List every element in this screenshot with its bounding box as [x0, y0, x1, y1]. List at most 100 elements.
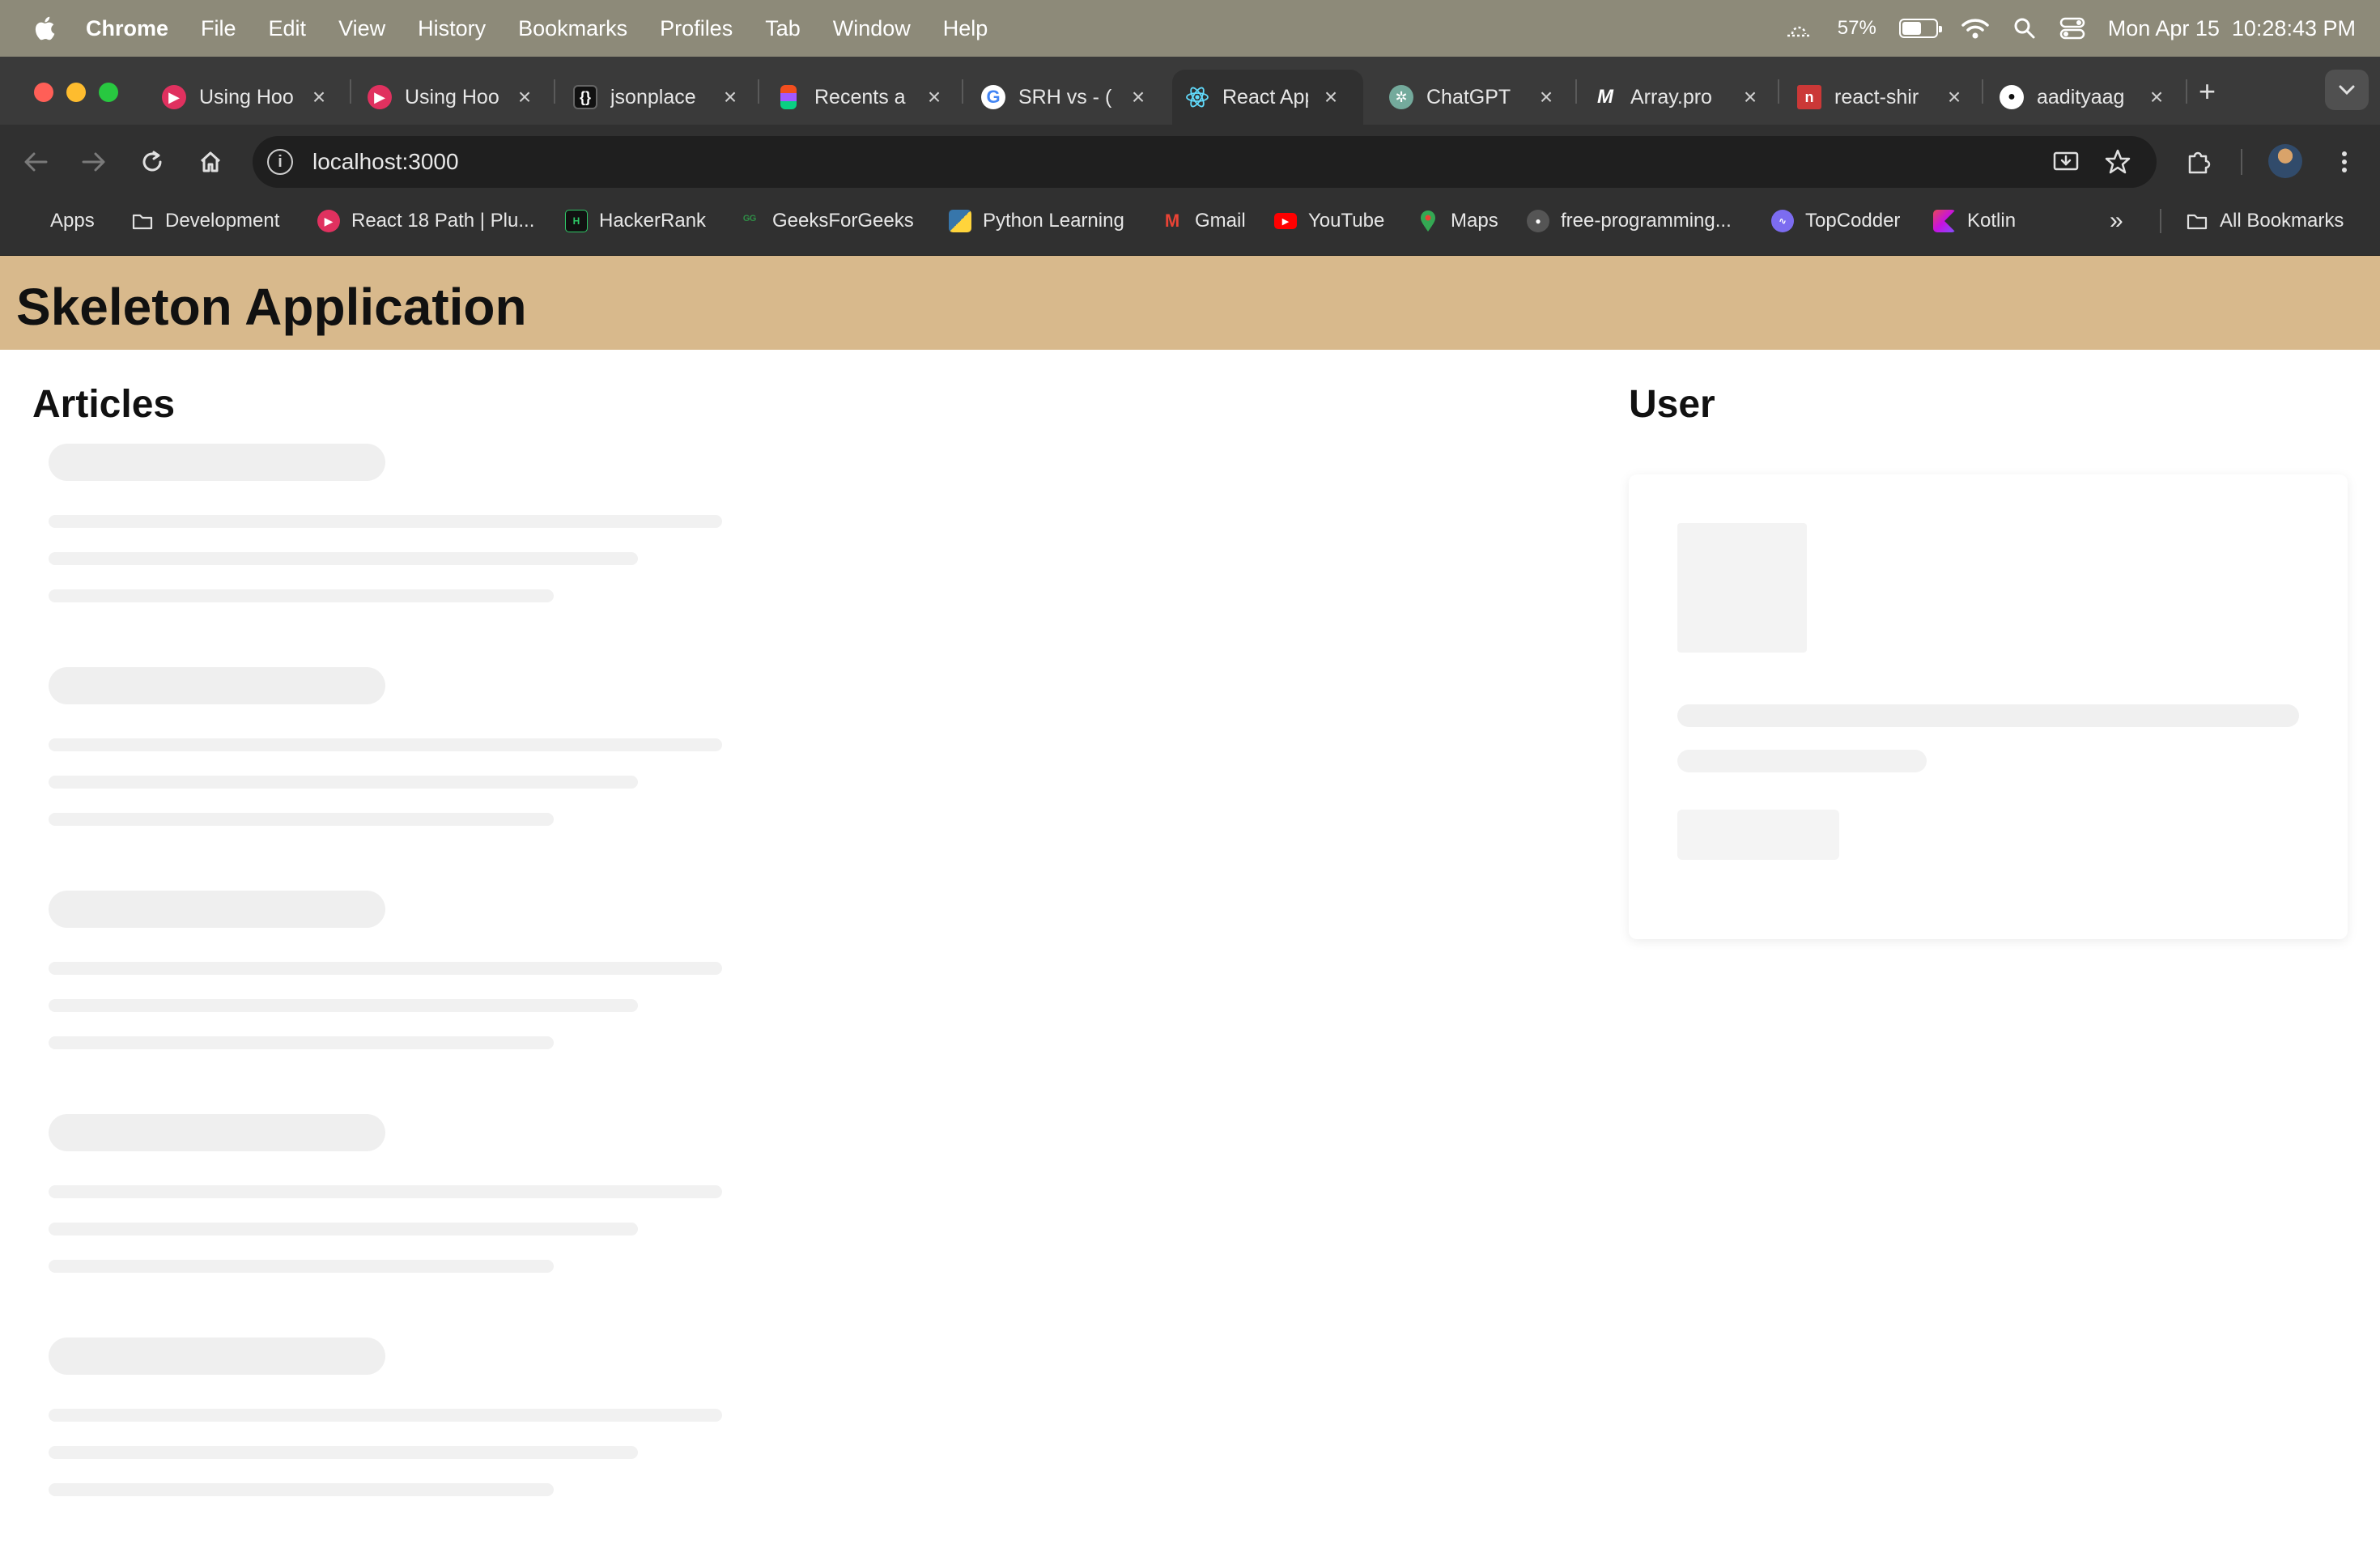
menu-app-chrome[interactable]: Chrome [86, 16, 168, 41]
skeleton-text-line [1677, 750, 1927, 772]
window-close-button[interactable] [34, 83, 53, 102]
browser-tab[interactable]: ▶ Using Hoo × [355, 70, 534, 125]
browser-tab[interactable]: Recents a × [764, 70, 944, 125]
folder-icon [132, 214, 153, 230]
bookmark-gmail[interactable]: M Gmail [1161, 199, 1246, 243]
skeleton-text-line [49, 515, 722, 528]
tab-title: react-shir [1834, 85, 1919, 108]
kotlin-icon [1933, 210, 1956, 232]
menu-file[interactable]: File [201, 16, 236, 41]
site-info-icon[interactable]: i [267, 149, 293, 175]
tab-close-icon[interactable]: × [720, 84, 740, 109]
browser-tab[interactable]: ▶ Using Hoo × [149, 70, 329, 125]
menu-bookmarks[interactable]: Bookmarks [518, 16, 627, 41]
install-app-button[interactable] [2050, 146, 2082, 178]
battery-icon[interactable] [1898, 19, 1942, 38]
browser-tab[interactable]: G SRH vs - ( × [968, 70, 1148, 125]
menubar-clock[interactable]: Mon Apr 15 10:28:43 PM [2108, 16, 2356, 41]
bookmarks-separator [2160, 209, 2161, 233]
bookmarks-overflow-button[interactable]: » [2110, 199, 2123, 243]
battery-percentage: 57% [1837, 17, 1876, 39]
bookmark-kotlin[interactable]: Kotlin [1933, 199, 2016, 243]
tab-close-icon[interactable]: × [1944, 84, 1964, 109]
skeleton-title [49, 444, 385, 481]
scrimba-icon: ▶ [317, 210, 340, 232]
tab-close-icon[interactable]: × [1740, 84, 1760, 109]
star-icon [2105, 149, 2131, 174]
skeleton-text-line [49, 589, 554, 602]
bookmark-react-18-path[interactable]: ▶ React 18 Path | Plu... [317, 199, 534, 243]
menu-profiles[interactable]: Profiles [660, 16, 733, 41]
tab-close-icon[interactable]: × [1128, 84, 1148, 109]
bookmark-geeksforgeeks[interactable]: ᴳᴳ GeeksForGeeks [738, 199, 914, 243]
bookmark-all-bookmarks[interactable]: All Bookmarks [2186, 199, 2344, 243]
extensions-button[interactable] [2182, 146, 2215, 178]
bookmark-free-programming[interactable]: ● free-programming... [1527, 199, 1732, 243]
github-icon: ● [1527, 210, 1549, 232]
tab-separator [554, 79, 555, 104]
chrome-menu-button[interactable] [2328, 146, 2361, 178]
spotlight-search-icon[interactable] [2012, 16, 2037, 40]
mdn-icon: M [1597, 86, 1613, 108]
skeleton-text-line [49, 1185, 722, 1198]
back-button[interactable] [19, 146, 52, 178]
bookmark-folder-development[interactable]: Development [131, 199, 279, 243]
control-center-icon[interactable] [2059, 16, 2085, 40]
address-bar-url[interactable]: localhost:3000 [312, 149, 459, 175]
tab-separator [350, 79, 351, 104]
address-bar[interactable] [253, 136, 2157, 188]
tab-close-icon[interactable]: × [2147, 84, 2166, 109]
bookmark-topcodder[interactable]: ∿ TopCodder [1771, 199, 1900, 243]
tab-search-button[interactable] [2325, 70, 2369, 110]
browser-tab[interactable]: ✲ ChatGPT × [1376, 70, 1556, 125]
menu-tab[interactable]: Tab [765, 16, 801, 41]
skeleton-text-line [49, 1260, 554, 1273]
window-zoom-button[interactable] [99, 83, 118, 102]
browser-tab[interactable]: M Array.pro × [1580, 70, 1760, 125]
tab-close-icon[interactable]: × [309, 84, 329, 109]
reload-button[interactable] [136, 146, 168, 178]
browser-tab-active[interactable]: React App × [1172, 70, 1363, 125]
bookmark-youtube[interactable]: ▶ YouTube [1274, 199, 1384, 243]
bookmark-python-learning[interactable]: Python Learning [949, 199, 1124, 243]
menu-window[interactable]: Window [833, 16, 911, 41]
youtube-icon: ▶ [1274, 213, 1297, 229]
night-shift-icon[interactable] [1783, 16, 1815, 40]
tab-close-icon[interactable]: × [515, 84, 534, 109]
arrow-right-icon [82, 152, 105, 172]
menubar-status-area: 57% Mon Apr 15 10:28:43 PM [1783, 0, 2356, 57]
new-tab-plus-icon[interactable]: + [2199, 74, 2216, 108]
figma-icon [780, 85, 797, 109]
web-page-viewport: Skeleton Application Articles User [0, 256, 2380, 1548]
tab-close-icon[interactable]: × [1321, 84, 1341, 109]
window-minimize-button[interactable] [66, 83, 86, 102]
home-button[interactable] [194, 146, 227, 178]
skeleton-text-line [49, 738, 722, 751]
bookmark-label: Maps [1451, 210, 1498, 232]
tab-close-icon[interactable]: × [924, 84, 944, 109]
scrimba-icon: ▶ [368, 85, 392, 109]
menu-view[interactable]: View [338, 16, 385, 41]
articles-heading: Articles [32, 383, 176, 426]
toolbar-separator [2241, 149, 2242, 175]
menu-edit[interactable]: Edit [269, 16, 307, 41]
forward-button[interactable] [78, 146, 110, 178]
browser-tab[interactable]: n react-shir × [1784, 70, 1964, 125]
menu-help[interactable]: Help [943, 16, 988, 41]
wifi-icon[interactable] [1961, 16, 1990, 40]
apple-logo-icon[interactable] [32, 15, 60, 42]
bookmark-apps[interactable]: Apps [19, 199, 95, 243]
python-learning-icon [949, 210, 971, 232]
page-title: Skeleton Application [16, 278, 527, 336]
bookmark-star-button[interactable] [2102, 146, 2134, 178]
profile-avatar[interactable] [2268, 144, 2302, 178]
bookmark-hackerrank[interactable]: H HackerRank [565, 199, 706, 243]
bookmark-maps[interactable]: Maps [1417, 199, 1498, 243]
browser-tab[interactable]: ● aadityaag × [1987, 70, 2166, 125]
skeleton-title [49, 667, 385, 704]
browser-tab[interactable]: {} jsonplace × [560, 70, 740, 125]
apps-grid-icon [19, 211, 39, 231]
tab-close-icon[interactable]: × [1536, 84, 1556, 109]
bookmark-label: Apps [50, 210, 95, 232]
menu-history[interactable]: History [418, 16, 486, 41]
